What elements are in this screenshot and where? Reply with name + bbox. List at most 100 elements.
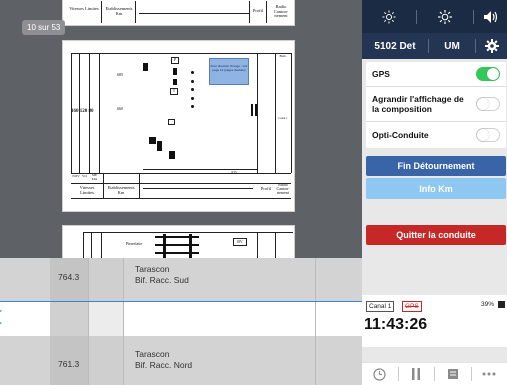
route-table[interactable]: 764.3 Tarascon Bif. Racc. Sud 761.3 Tara… [0, 258, 363, 385]
footer-vo: VO [81, 174, 88, 178]
book-icon[interactable] [435, 368, 471, 380]
divider [91, 232, 92, 258]
footer-nov: NOV [72, 174, 80, 178]
footer-speed-header: Vitesses Limites [79, 185, 95, 195]
track-dot [191, 97, 194, 100]
gear-icon[interactable] [476, 33, 507, 59]
gps-toggle[interactable] [476, 67, 500, 81]
station-name: Tarascon [135, 349, 170, 359]
platform [189, 234, 192, 258]
track-line [155, 236, 199, 238]
fin-detournement-button[interactable]: Fin Détournement [366, 156, 506, 176]
quit-driving-button[interactable]: Quitter la conduite [366, 225, 506, 245]
divider [249, 1, 250, 23]
brightness-low-icon[interactable] [362, 0, 416, 33]
footer-top-line [71, 173, 291, 174]
divider [101, 232, 102, 258]
setting-opti-conduite[interactable]: Opti-Conduite [366, 122, 506, 148]
signal-icon [173, 68, 177, 75]
station-sub: Bif. Racc. Sud [135, 275, 189, 285]
table-row[interactable]: 764.3 Tarascon Bif. Racc. Sud [0, 258, 362, 302]
signal-icon [169, 151, 175, 159]
canal-label: Canal 1 [278, 116, 288, 120]
cell [88, 302, 124, 336]
frame-top [71, 53, 291, 54]
km-axis [139, 13, 249, 14]
bottom-toolbar [362, 362, 507, 385]
brightness-high-icon[interactable] [417, 0, 473, 33]
document-viewer[interactable]: Vitesses Limites Etablissements Km Profi… [0, 0, 362, 258]
cell [124, 302, 316, 336]
platform [163, 234, 166, 258]
footer-mid-line [71, 183, 291, 184]
signal-icon [149, 137, 156, 144]
document-page-current: 160 120 80 685 660 P T Pour direction Or… [62, 40, 295, 212]
signal-icon [157, 141, 162, 151]
pause-icon[interactable] [399, 368, 435, 380]
toggle-knob [477, 98, 489, 110]
signal-icon [173, 79, 177, 85]
footer-stations-header: Etablissements Km [107, 185, 135, 195]
station-label: Pierrelatte [125, 241, 143, 246]
setting-gps[interactable]: GPS [366, 62, 506, 87]
settings-list: GPS Agrandir l'affichage de la compositi… [366, 62, 506, 148]
track-dot [191, 88, 194, 91]
divider [266, 1, 267, 23]
track-line [155, 252, 199, 254]
track-line [155, 244, 199, 246]
col-speed-header: Vitesses Limites [69, 6, 99, 11]
divider [139, 173, 140, 198]
footer-km-axis [143, 188, 253, 189]
track-dot [191, 80, 194, 83]
footer-me: ME MA [91, 173, 98, 181]
col-profile-header: Profil [252, 8, 264, 13]
divider [83, 232, 84, 258]
control-panel: 5102 Det UM GPS Agrandir l'affichage de … [362, 0, 507, 385]
cell [316, 258, 362, 302]
col-radio-header: Radio Canton-nement [273, 4, 289, 18]
divider [103, 173, 104, 198]
info-km-button[interactable]: Info Km [366, 178, 506, 199]
more-options-icon[interactable] [472, 372, 507, 376]
frame-right [291, 53, 292, 173]
opti-conduite-toggle[interactable] [476, 128, 500, 142]
top-icon-bar [362, 0, 507, 33]
timer-icon[interactable] [362, 367, 398, 381]
battery-icon [498, 301, 505, 308]
footer-radio-header: Radio Canton-nement [276, 182, 290, 195]
station-sub: Bif. Racc. Nord [135, 360, 193, 370]
cell [88, 336, 124, 385]
unit-label[interactable]: UM [429, 33, 475, 59]
profile-divider [257, 53, 258, 173]
footer-profile-header: Profil [260, 186, 272, 191]
table-row[interactable]: 761.3 Tarascon Bif. Racc. Nord [0, 336, 362, 385]
track-bar [255, 104, 257, 116]
km-value: 761.3 [58, 359, 80, 369]
main-track [143, 169, 257, 170]
km-value: 764.3 [58, 272, 80, 282]
clock-time: 11:43:26 [364, 316, 428, 333]
track-dot [191, 71, 194, 74]
divider [257, 232, 258, 258]
setting-label: Agrandir l'affichage de la composition [372, 94, 464, 114]
col-stations-header: Etablissements Km [105, 6, 133, 16]
station-name: Tarascon [135, 264, 170, 274]
frame-bottom [71, 198, 291, 199]
signal-t-label: T [172, 88, 176, 93]
cell [88, 258, 124, 302]
cell [0, 336, 50, 385]
bv-label: BV [237, 239, 243, 244]
track-bar [251, 104, 253, 116]
cell [316, 336, 362, 385]
cell [0, 258, 50, 302]
setting-enlarge-composition[interactable]: Agrandir l'affichage de la composition [366, 87, 506, 122]
radio-divider [275, 53, 276, 173]
setting-label: GPS [372, 69, 390, 79]
table-row-current[interactable] [0, 301, 363, 337]
volume-icon[interactable] [474, 0, 507, 33]
signal-box [168, 119, 175, 125]
canal-chip: Canal 1 [366, 301, 395, 312]
km-label-2: 660 [117, 106, 123, 111]
toggle-knob [477, 129, 489, 141]
enlarge-composition-toggle[interactable] [476, 97, 500, 111]
